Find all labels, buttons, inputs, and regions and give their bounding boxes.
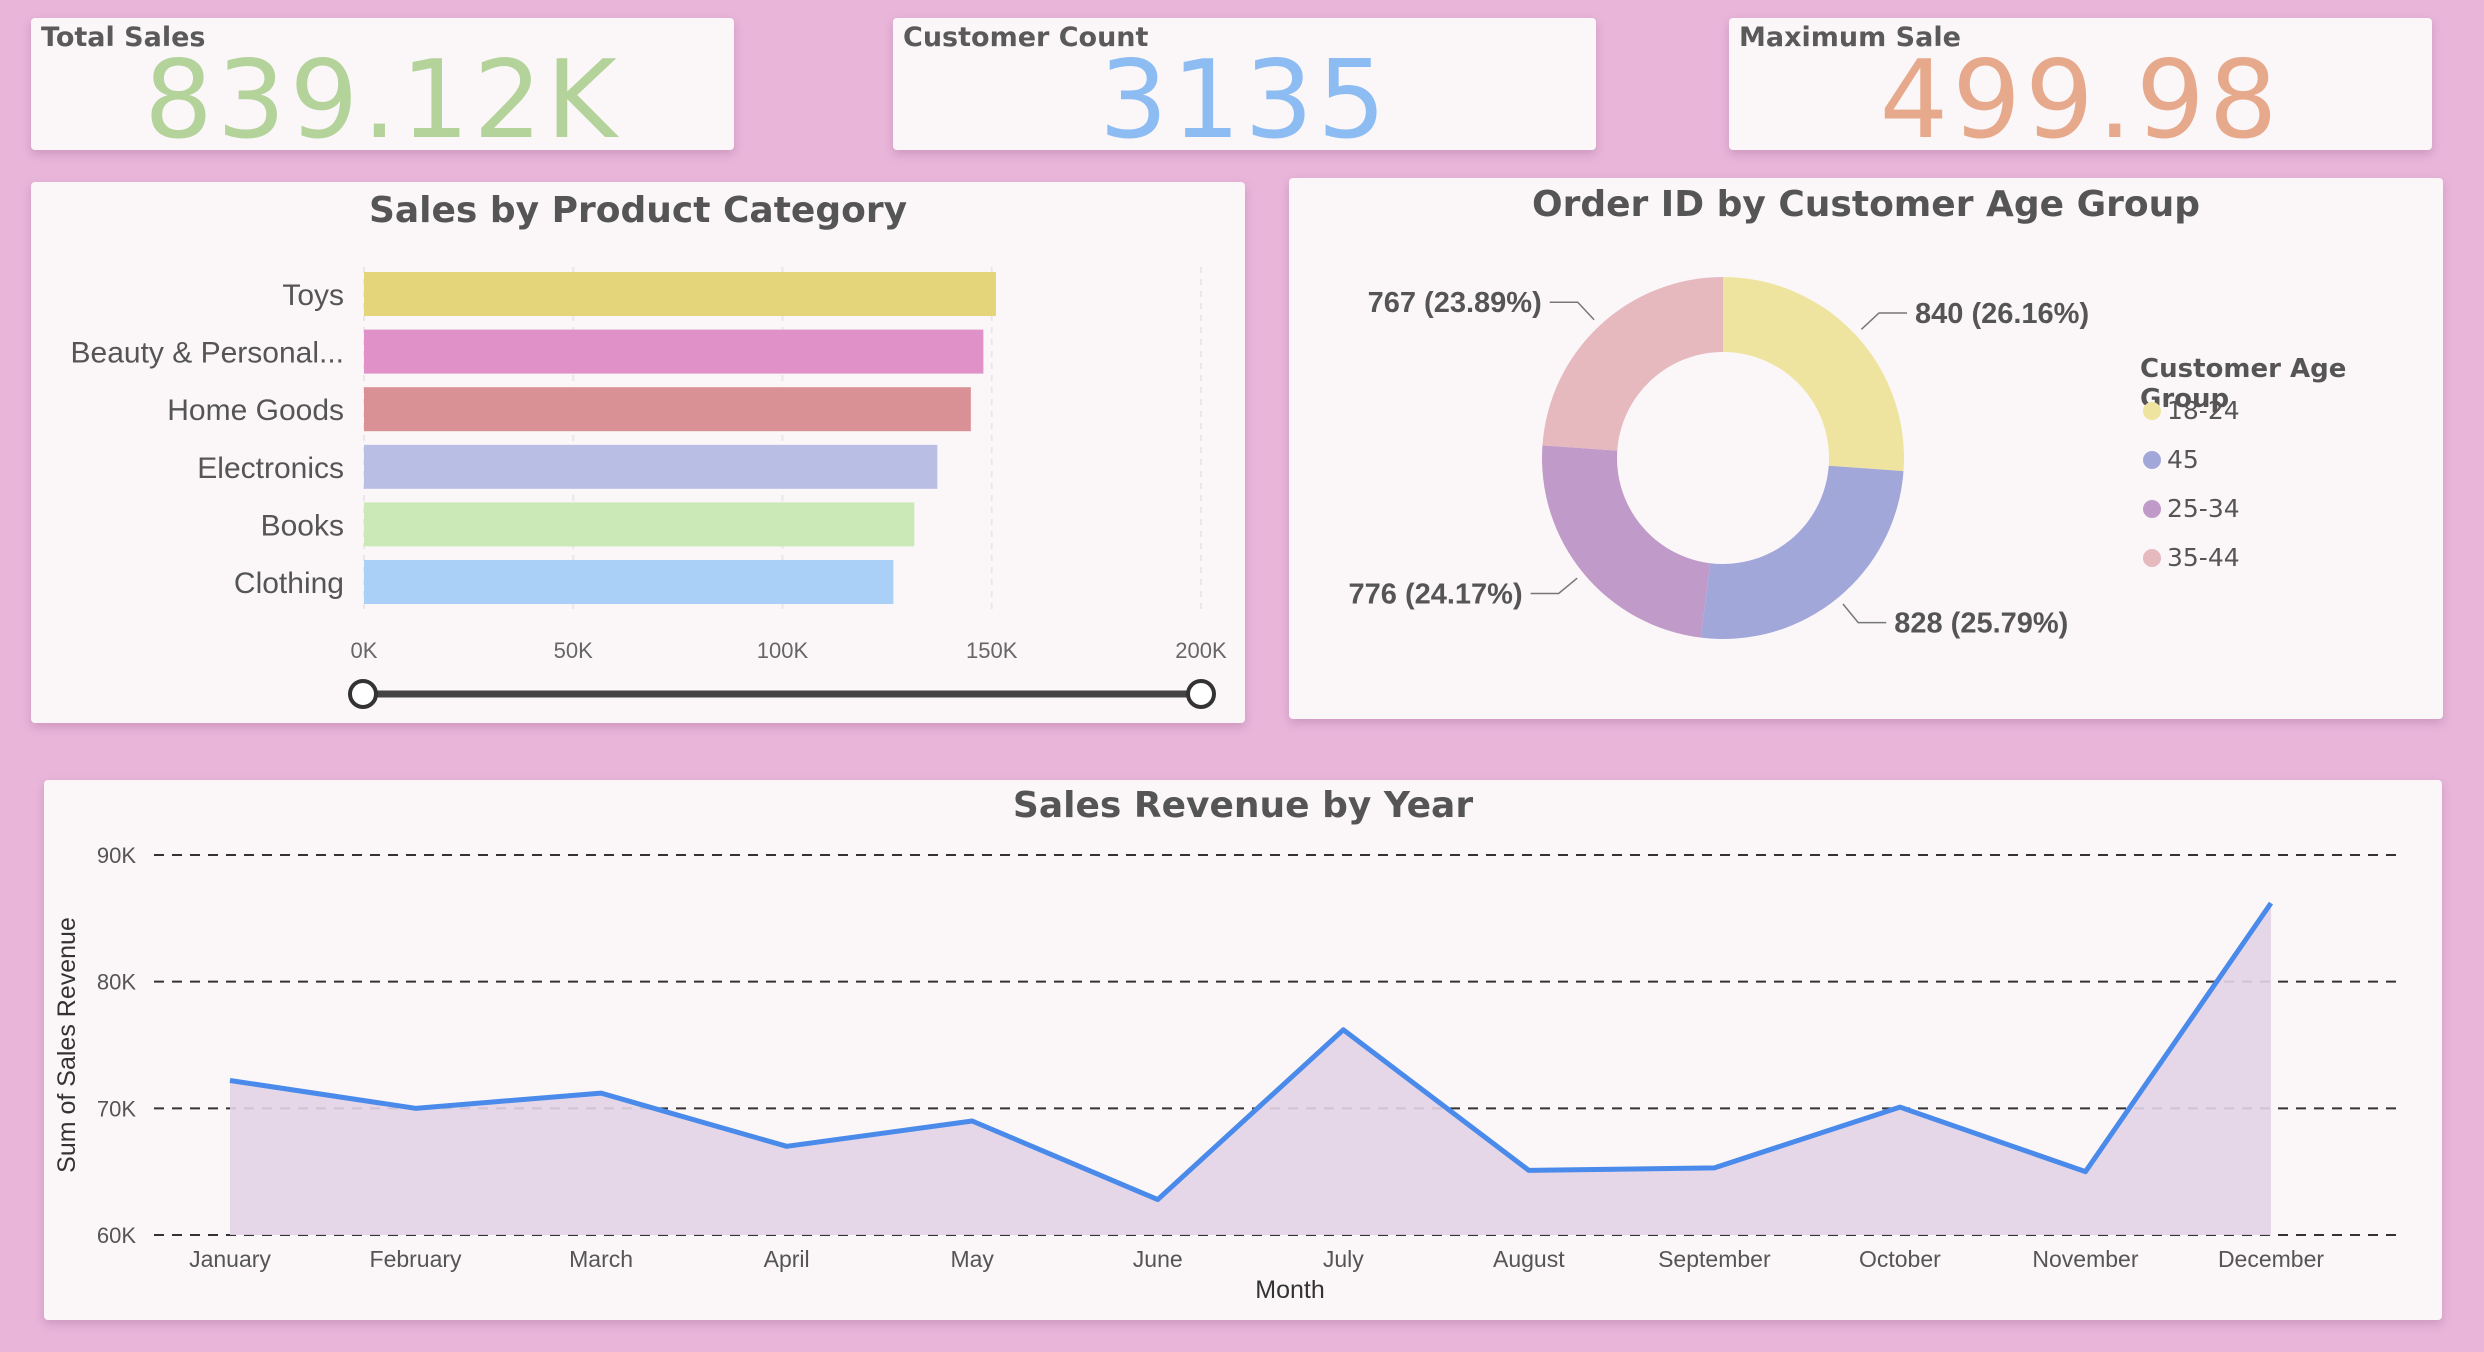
bar — [364, 272, 996, 316]
donut-slice — [1700, 465, 1904, 639]
category-label: Home Goods — [167, 394, 344, 427]
legend-dot-icon — [2143, 401, 2161, 420]
bar-chart: 0K 50K 100K 150K 200K Toys Beauty & Personal..… — [71, 267, 1227, 709]
x-tick-label: 50K — [554, 638, 593, 663]
x-tick-label: June — [1133, 1246, 1183, 1272]
line-chart: 60K 70K 80K 90K January February March April May… — [53, 843, 2400, 1304]
leader-line — [1530, 577, 1578, 595]
legend-label: 45 — [2167, 445, 2199, 474]
bar — [364, 387, 971, 432]
leader-line — [1842, 603, 1887, 624]
kpi-card-customer-count: Customer Count 3135 — [893, 18, 1596, 163]
x-tick-label: March — [569, 1246, 633, 1272]
x-tick-label: October — [1859, 1246, 1941, 1272]
line-chart-card: Sales Revenue by Year 60K 70K 80K 90K Januar… — [44, 780, 2442, 1320]
bar-chart-card: Sales by Product Category 0K 50K 100K 150K 2… — [31, 182, 1245, 723]
x-tick-label: February — [370, 1246, 463, 1272]
legend-item[interactable]: 25-34 — [2143, 494, 2240, 523]
x-tick-label: 150K — [966, 638, 1018, 663]
category-label: Electronics — [197, 452, 344, 485]
kpi-value: 839.12K — [144, 38, 621, 163]
data-label: 776 (24.17%) — [1349, 578, 1523, 610]
data-label: 840 (26.16%) — [1915, 298, 2089, 330]
legend-label: 18-24 — [2167, 396, 2240, 425]
x-tick-label: December — [2218, 1246, 2324, 1272]
category-label: Toys — [282, 279, 344, 312]
x-tick-label: August — [1493, 1246, 1565, 1272]
legend-dot-icon — [2143, 548, 2161, 567]
legend-label: 35-44 — [2167, 543, 2240, 572]
legend-item[interactable]: 35-44 — [2143, 543, 2240, 572]
y-tick-label: 70K — [97, 1096, 136, 1121]
y-tick-label: 60K — [97, 1223, 136, 1248]
legend-dot-icon — [2143, 450, 2161, 469]
donut-slice — [1542, 277, 1723, 451]
bar — [364, 560, 894, 604]
kpi-value: 499.98 — [1879, 38, 2282, 163]
area-fill — [230, 903, 2271, 1235]
category-label: Beauty & Personal... — [71, 337, 345, 370]
legend-item[interactable]: 45 — [2143, 445, 2199, 474]
category-label: Clothing — [234, 567, 344, 600]
x-tick-label: 100K — [757, 638, 809, 663]
bar — [364, 502, 915, 547]
y-tick-label: 80K — [97, 970, 136, 995]
legend-label: 25-34 — [2167, 494, 2240, 523]
leader-line — [1860, 312, 1908, 330]
x-tick-label: May — [950, 1246, 994, 1272]
donut-slice — [1723, 277, 1904, 472]
bar — [364, 444, 938, 489]
legend-item[interactable]: 18-24 — [2143, 396, 2240, 425]
x-tick-label: September — [1658, 1246, 1771, 1272]
leader-line — [1549, 301, 1595, 321]
y-tick-label: 90K — [97, 843, 136, 868]
x-tick-label: July — [1323, 1246, 1364, 1272]
x-tick-label: 0K — [351, 638, 378, 663]
kpi-card-total-sales: Total Sales 839.12K — [31, 18, 734, 163]
x-axis-title: Month — [1255, 1276, 1324, 1304]
legend-dot-icon — [2143, 499, 2161, 518]
donut-chart: 840 (26.16%) 828 (25.79%) 776 (24.17%) 767 … — [1349, 277, 2089, 640]
range-slider-handle[interactable] — [348, 679, 378, 709]
kpi-value: 3135 — [1099, 38, 1390, 163]
data-label: 767 (23.89%) — [1368, 287, 1542, 319]
y-axis-title: Sum of Sales Revenue — [53, 917, 81, 1173]
x-tick-label: 200K — [1175, 638, 1227, 663]
data-label: 828 (25.79%) — [1894, 608, 2068, 640]
kpi-card-maximum-sale: Maximum Sale 499.98 — [1729, 18, 2432, 163]
range-slider-handle[interactable] — [1186, 679, 1216, 709]
x-tick-label: April — [764, 1246, 810, 1272]
bar — [364, 329, 984, 374]
x-tick-label: January — [189, 1246, 271, 1272]
donut-chart-card: Order ID by Customer Age Group 840 (26.1… — [1289, 178, 2443, 719]
donut-slice — [1542, 445, 1711, 638]
category-label: Books — [261, 509, 344, 542]
x-tick-label: November — [2032, 1246, 2138, 1272]
